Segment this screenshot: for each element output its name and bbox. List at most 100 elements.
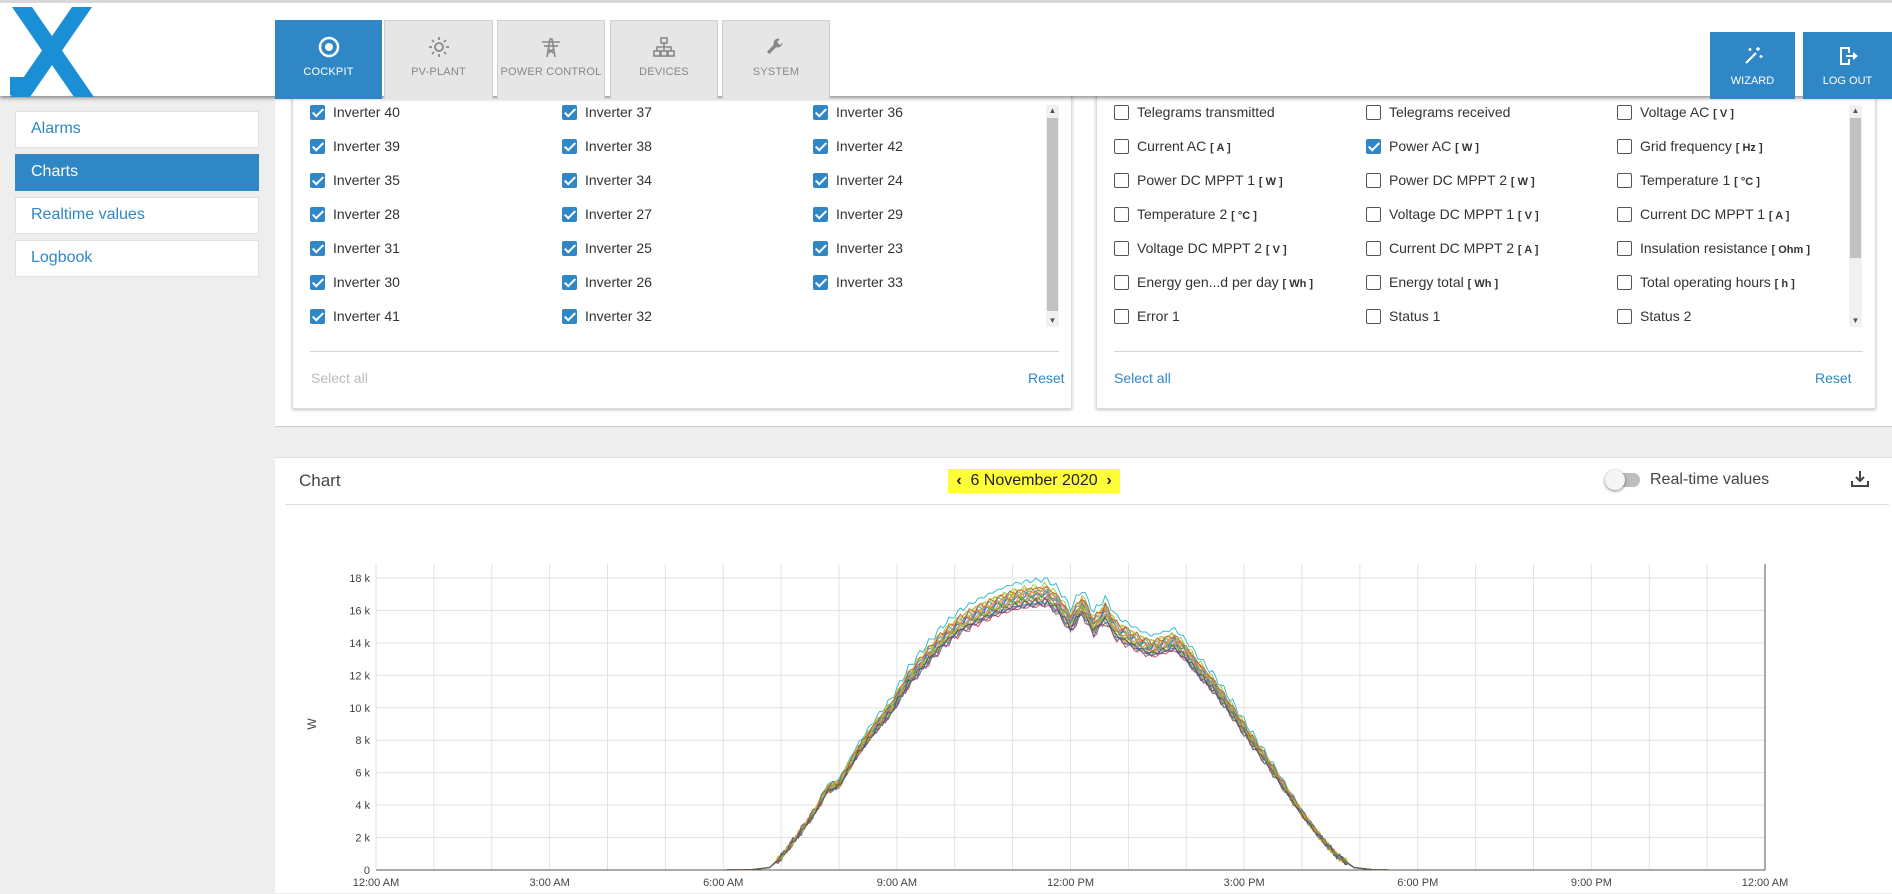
inverter-checkbox-item[interactable]: Inverter 23 bbox=[813, 239, 903, 257]
checkbox[interactable] bbox=[1617, 105, 1632, 120]
inverter-checkbox-item[interactable]: Inverter 27 bbox=[562, 205, 652, 223]
checkbox[interactable] bbox=[1366, 309, 1381, 324]
checkbox[interactable] bbox=[562, 105, 577, 120]
inverter-checkbox-item[interactable]: Inverter 28 bbox=[310, 205, 400, 223]
checkbox[interactable] bbox=[1617, 275, 1632, 290]
inverter-checkbox-item[interactable]: Inverter 37 bbox=[562, 103, 652, 121]
checkbox[interactable] bbox=[562, 309, 577, 324]
inverters-select-all-link[interactable]: Select all bbox=[311, 370, 368, 386]
checkbox[interactable] bbox=[310, 207, 325, 222]
inverter-checkbox-item[interactable]: Inverter 33 bbox=[813, 273, 903, 291]
parameter-checkbox-item[interactable]: Voltage AC [ V ] bbox=[1617, 103, 1734, 121]
parameter-checkbox-item[interactable]: Power DC MPPT 1 [ W ] bbox=[1114, 171, 1283, 189]
sidebar-item-charts[interactable]: Charts bbox=[15, 154, 259, 191]
checkbox[interactable] bbox=[310, 275, 325, 290]
checkbox[interactable] bbox=[1114, 173, 1129, 188]
scroll-thumb[interactable] bbox=[1047, 118, 1058, 311]
inverter-checkbox-item[interactable]: Inverter 24 bbox=[813, 171, 903, 189]
parameter-scrollbar[interactable]: ▲ ▼ bbox=[1849, 105, 1862, 327]
tab-cockpit[interactable]: COCKPIT bbox=[275, 20, 382, 99]
scroll-down-icon[interactable]: ▼ bbox=[1046, 315, 1059, 327]
inverter-checkbox-item[interactable]: Inverter 41 bbox=[310, 307, 400, 325]
checkbox[interactable] bbox=[1617, 241, 1632, 256]
parameter-checkbox-item[interactable]: Insulation resistance [ Ohm ] bbox=[1617, 239, 1810, 257]
checkbox[interactable] bbox=[310, 173, 325, 188]
parameter-checkbox-item[interactable]: Current DC MPPT 1 [ A ] bbox=[1617, 205, 1789, 223]
checkbox[interactable] bbox=[310, 241, 325, 256]
inverter-checkbox-item[interactable]: Inverter 32 bbox=[562, 307, 652, 325]
parameter-checkbox-item[interactable]: Error 1 bbox=[1114, 307, 1180, 325]
inverter-checkbox-item[interactable]: Inverter 42 bbox=[813, 137, 903, 155]
logout-button[interactable]: LOG OUT bbox=[1803, 32, 1892, 99]
checkbox[interactable] bbox=[1366, 139, 1381, 154]
checkbox[interactable] bbox=[562, 207, 577, 222]
inverter-checkbox-item[interactable]: Inverter 31 bbox=[310, 239, 400, 257]
parameter-checkbox-item[interactable]: Status 2 bbox=[1617, 307, 1691, 325]
inverter-scrollbar[interactable]: ▲ ▼ bbox=[1046, 105, 1059, 327]
checkbox[interactable] bbox=[562, 241, 577, 256]
parameter-checkbox-item[interactable]: Grid frequency [ Hz ] bbox=[1617, 137, 1763, 155]
inverter-checkbox-item[interactable]: Inverter 39 bbox=[310, 137, 400, 155]
checkbox[interactable] bbox=[562, 275, 577, 290]
checkbox[interactable] bbox=[813, 105, 828, 120]
checkbox[interactable] bbox=[1114, 207, 1129, 222]
checkbox[interactable] bbox=[562, 173, 577, 188]
checkbox[interactable] bbox=[813, 173, 828, 188]
tab-devices[interactable]: DEVICES bbox=[610, 20, 718, 99]
parameter-checkbox-item[interactable]: Power AC [ W ] bbox=[1366, 137, 1479, 155]
scroll-up-icon[interactable]: ▲ bbox=[1046, 105, 1059, 117]
checkbox[interactable] bbox=[813, 139, 828, 154]
parameter-checkbox-item[interactable]: Temperature 1 [ °C ] bbox=[1617, 171, 1760, 189]
checkbox[interactable] bbox=[1366, 275, 1381, 290]
tab-power-control[interactable]: POWER CONTROL bbox=[497, 20, 605, 99]
parameters-reset-link[interactable]: Reset bbox=[1815, 370, 1852, 386]
inverter-checkbox-item[interactable]: Inverter 35 bbox=[310, 171, 400, 189]
checkbox[interactable] bbox=[1366, 105, 1381, 120]
checkbox[interactable] bbox=[1114, 241, 1129, 256]
parameter-checkbox-item[interactable]: Energy gen...d per day [ Wh ] bbox=[1114, 273, 1313, 291]
checkbox[interactable] bbox=[310, 139, 325, 154]
checkbox[interactable] bbox=[1366, 173, 1381, 188]
checkbox[interactable] bbox=[1617, 207, 1632, 222]
parameters-select-all-link[interactable]: Select all bbox=[1114, 370, 1171, 386]
checkbox[interactable] bbox=[1114, 275, 1129, 290]
parameter-checkbox-item[interactable]: Current AC [ A ] bbox=[1114, 137, 1231, 155]
inverter-checkbox-item[interactable]: Inverter 25 bbox=[562, 239, 652, 257]
inverter-checkbox-item[interactable]: Inverter 30 bbox=[310, 273, 400, 291]
checkbox[interactable] bbox=[1366, 241, 1381, 256]
checkbox[interactable] bbox=[1114, 309, 1129, 324]
checkbox[interactable] bbox=[1617, 309, 1632, 324]
checkbox[interactable] bbox=[813, 275, 828, 290]
scroll-down-icon[interactable]: ▼ bbox=[1849, 315, 1862, 327]
checkbox[interactable] bbox=[813, 207, 828, 222]
scroll-thumb[interactable] bbox=[1850, 118, 1861, 258]
inverter-checkbox-item[interactable]: Inverter 38 bbox=[562, 137, 652, 155]
inverter-checkbox-item[interactable]: Inverter 40 bbox=[310, 103, 400, 121]
inverter-checkbox-item[interactable]: Inverter 29 bbox=[813, 205, 903, 223]
parameter-checkbox-item[interactable]: Voltage DC MPPT 1 [ V ] bbox=[1366, 205, 1539, 223]
inverter-checkbox-item[interactable]: Inverter 34 bbox=[562, 171, 652, 189]
inverter-checkbox-item[interactable]: Inverter 36 bbox=[813, 103, 903, 121]
sidebar-item-alarms[interactable]: Alarms bbox=[15, 111, 259, 148]
parameter-checkbox-item[interactable]: Telegrams transmitted bbox=[1114, 103, 1275, 121]
checkbox[interactable] bbox=[1366, 207, 1381, 222]
checkbox[interactable] bbox=[310, 105, 325, 120]
wizard-button[interactable]: WIZARD bbox=[1710, 32, 1795, 99]
checkbox[interactable] bbox=[310, 309, 325, 324]
parameter-checkbox-item[interactable]: Temperature 2 [ °C ] bbox=[1114, 205, 1257, 223]
inverter-checkbox-item[interactable]: Inverter 26 bbox=[562, 273, 652, 291]
checkbox[interactable] bbox=[1617, 139, 1632, 154]
checkbox[interactable] bbox=[1617, 173, 1632, 188]
tab-pv-plant[interactable]: PV-PLANT bbox=[384, 20, 493, 99]
checkbox[interactable] bbox=[813, 241, 828, 256]
tab-system[interactable]: SYSTEM bbox=[722, 20, 830, 99]
inverters-reset-link[interactable]: Reset bbox=[1028, 370, 1065, 386]
sidebar-item-logbook[interactable]: Logbook bbox=[15, 240, 259, 277]
checkbox[interactable] bbox=[1114, 139, 1129, 154]
sidebar-item-realtime-values[interactable]: Realtime values bbox=[15, 197, 259, 234]
parameter-checkbox-item[interactable]: Voltage DC MPPT 2 [ V ] bbox=[1114, 239, 1287, 257]
parameter-checkbox-item[interactable]: Telegrams received bbox=[1366, 103, 1510, 121]
checkbox[interactable] bbox=[562, 139, 577, 154]
parameter-checkbox-item[interactable]: Total operating hours [ h ] bbox=[1617, 273, 1795, 291]
parameter-checkbox-item[interactable]: Energy total [ Wh ] bbox=[1366, 273, 1498, 291]
